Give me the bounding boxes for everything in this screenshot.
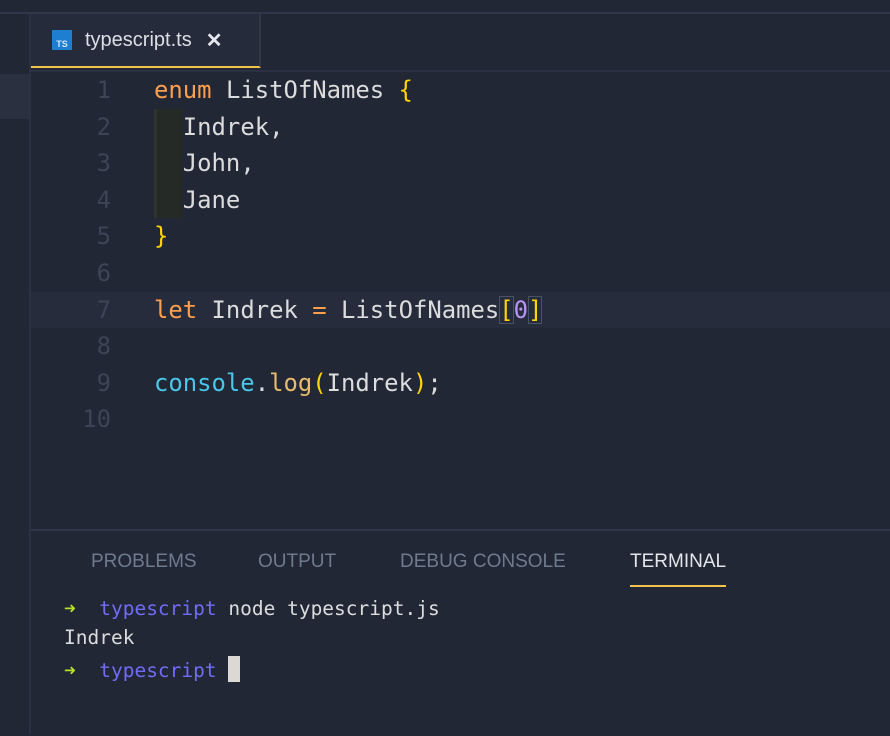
tab-typescript-ts[interactable]: TS typescript.ts ✕ [31,14,261,68]
code-line: 3 John, [31,145,890,182]
function: log [269,368,313,397]
code-line: 5} [31,218,890,255]
bracket: [ [499,295,514,324]
identifier: Indrek [326,368,413,397]
title-bar [0,0,890,14]
keyword: enum [154,76,212,104]
activity-sidebar [0,14,31,734]
tab-debug-console[interactable]: DEBUG CONSOLE [400,551,566,573]
bracket: ] [528,295,543,324]
line-number: 8 [96,332,111,361]
terminal-cursor [228,656,241,682]
line-number: 5 [96,222,111,251]
tab-output[interactable]: OUTPUT [258,551,336,573]
typescript-file-icon: TS [52,30,72,50]
tab-problems[interactable]: PROBLEMS [91,551,197,573]
punctuation: ; [427,368,442,397]
line-number: 3 [96,149,111,178]
line-number: 1 [96,76,111,104]
object: console [154,368,255,397]
code-line: 2 Indrek, [31,108,890,146]
enum-member: Indrek, [182,112,284,141]
line-number: 2 [96,112,111,141]
identifier: Indrek [211,295,298,324]
close-icon[interactable]: ✕ [206,28,223,53]
operator: = [312,295,327,324]
line-number: 6 [96,259,111,287]
prompt-directory: typescript [99,597,217,620]
enum-member: John, [182,149,255,178]
code-line: 1 enum ListOfNames { [31,72,890,109]
line-number: 7 [96,295,111,324]
identifier: ListOfNames [341,295,500,324]
identifier: ListOfNames [225,76,385,104]
line-number: 4 [96,185,111,214]
prompt-directory: typescript [99,659,217,682]
sidebar-active-item[interactable] [0,74,29,119]
terminal-command: node typescript.js [228,597,440,620]
editor-tab-bar: TS typescript.ts ✕ [31,14,890,72]
tab-terminal[interactable]: TERMINAL [630,551,727,587]
punctuation: . [254,368,270,397]
code-line: 4 Jane [31,181,890,219]
code-line: 6 [31,255,890,292]
code-line-current: 7 let Indrek = ListOfNames[0] [31,291,890,329]
enum-member: Jane [182,185,241,214]
bracket: } [154,222,169,251]
bottom-panel: PROBLEMS OUTPUT DEBUG CONSOLE TERMINAL ➜… [31,529,890,736]
number: 0 [513,295,529,324]
code-line: 10 [31,401,890,438]
line-number: 10 [82,405,111,434]
tab-label: typescript.ts [85,28,192,51]
bracket: { [398,76,413,104]
prompt-arrow-icon: ➜ [64,659,76,682]
code-editor[interactable]: 1 enum ListOfNames { 2 Indrek, 3 John, 4 … [31,72,890,528]
terminal-output: Indrek [64,626,135,649]
keyword: let [154,295,198,324]
terminal-prompt[interactable]: ➜ typescript [64,656,241,682]
code-line: 8 [31,328,890,365]
code-line: 9 console.log(Indrek); [31,365,890,402]
prompt-arrow-icon: ➜ [64,597,76,620]
bracket: ) [412,368,428,397]
terminal-line: ➜ typescript node typescript.js [64,597,440,620]
line-number: 9 [96,368,111,397]
bracket: ( [312,368,327,397]
